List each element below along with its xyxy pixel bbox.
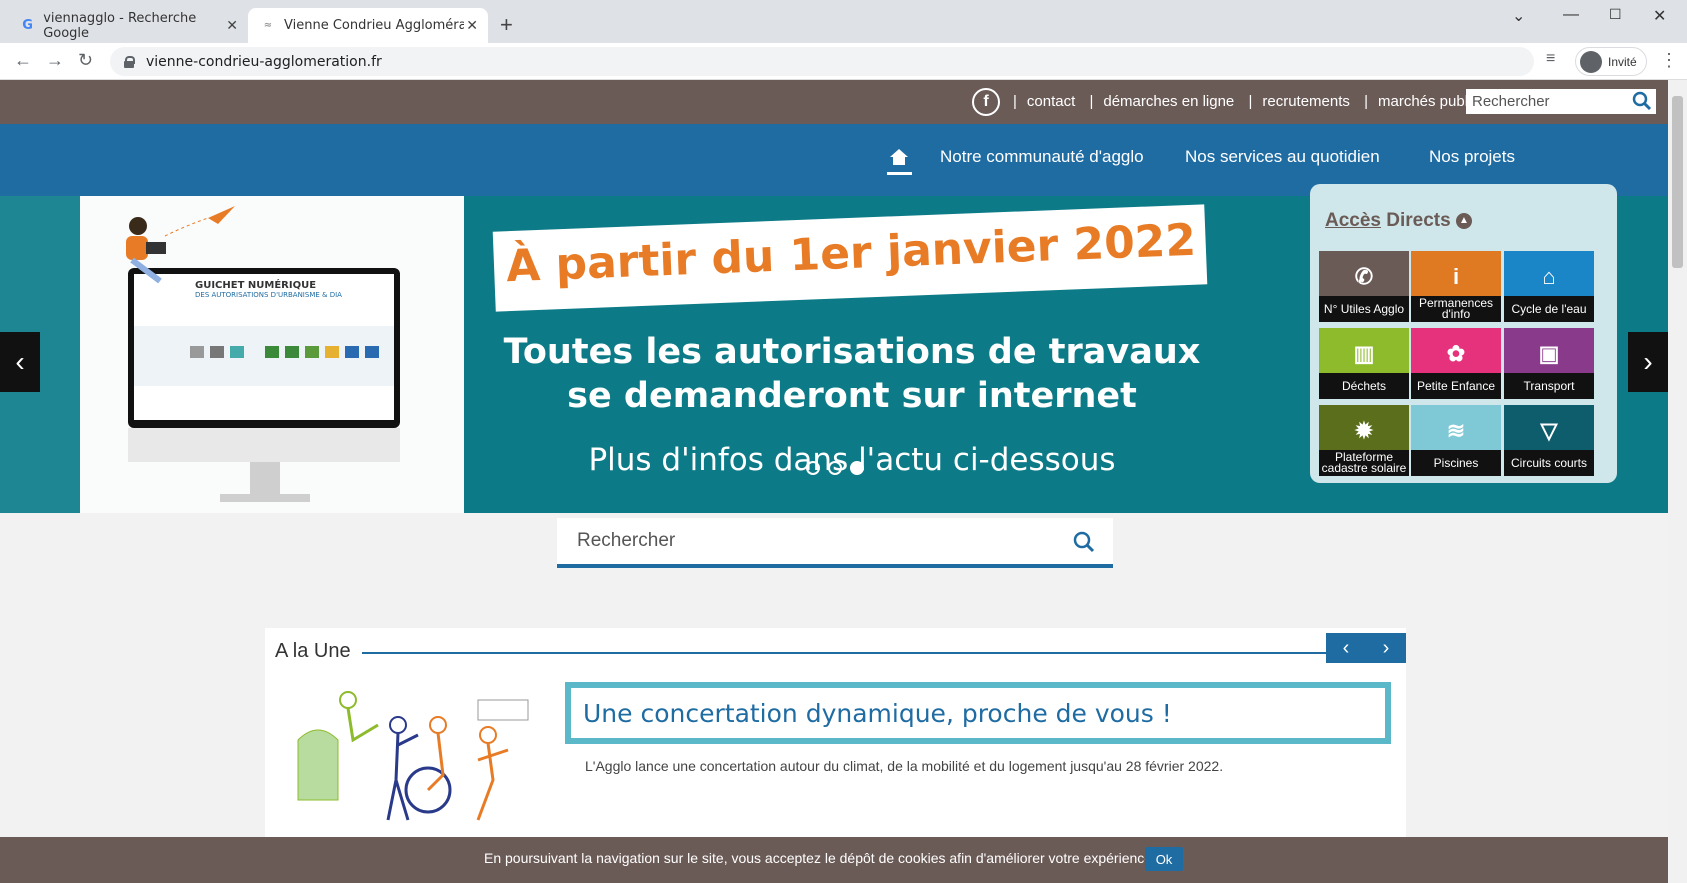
acces-tile[interactable]: ✿ Petite Enfance [1411, 328, 1501, 399]
carousel-dot-3[interactable] [850, 461, 864, 475]
home-icon[interactable] [886, 142, 912, 172]
news-carousel-controls: ‹ › [1326, 633, 1406, 663]
concertation-illustration [297, 691, 529, 821]
site-top-bar: f | contact | démarches en ligne | recrutem… [0, 80, 1668, 124]
browser-tab-strip: G viennagglo - Recherche Google ✕ ≈ Vien… [0, 0, 1687, 43]
acces-tile-label: Plateforme cadastre solaire [1319, 450, 1409, 476]
acces-tile-label: Cycle de l'eau [1504, 296, 1594, 322]
carousel-dot-2[interactable] [828, 461, 842, 475]
carousel-dot-1[interactable] [806, 461, 820, 475]
article-title-link[interactable]: Une concertation dynamique, proche de vo… [565, 682, 1391, 744]
nav-projets[interactable]: Nos projets [1429, 147, 1515, 167]
profile-label: Invité [1608, 54, 1637, 69]
profile-button[interactable]: Invité [1575, 47, 1647, 76]
lock-icon [124, 55, 135, 68]
acces-directs-title[interactable]: Accès Directs ▲ [1325, 210, 1472, 232]
news-next-button[interactable]: › [1383, 637, 1390, 660]
acces-tile-label: Circuits courts [1504, 450, 1594, 476]
search-icon[interactable] [1632, 91, 1652, 111]
home-underline [887, 172, 912, 175]
search-icon[interactable] [1073, 531, 1095, 553]
address-bar[interactable]: vienne-condrieu-agglomeration.fr [110, 47, 1534, 76]
computer-illustration: GUICHET NUMÉRIQUE DES AUTORISATIONS D'UR… [126, 206, 400, 502]
close-window-button[interactable]: ✕ [1653, 6, 1666, 26]
avatar-icon [1580, 50, 1602, 73]
divider [362, 652, 1326, 654]
browser-toolbar: ← → ↻ vienne-condrieu-agglomeration.fr ≡… [0, 43, 1687, 80]
hero-line-2: se demanderont sur internet [567, 376, 1137, 416]
chevron-up-icon[interactable]: ▲ [1455, 212, 1472, 229]
new-tab-button[interactable]: + [500, 12, 513, 38]
nav-communaute[interactable]: Notre communauté d'agglo [940, 147, 1144, 167]
link-contact[interactable]: contact [1027, 93, 1075, 110]
section-title: A la Une [275, 640, 351, 662]
hero-line-1: Toutes les autorisations de travaux [503, 332, 1201, 372]
minimize-button[interactable]: — [1563, 6, 1579, 24]
screen-title: GUICHET NUMÉRIQUE [195, 278, 316, 291]
acces-tile[interactable]: ▽ Circuits courts [1504, 405, 1594, 476]
screen-subtitle: DES AUTORISATIONS D'URBANISME & DIA [195, 291, 342, 299]
acces-tile-label: N° Utiles Agglo [1319, 296, 1409, 322]
nav-services[interactable]: Nos services au quotidien [1185, 147, 1380, 167]
back-button[interactable]: ← [14, 50, 32, 71]
tab-search-chevron-icon[interactable]: ⌄ [1512, 6, 1525, 26]
acces-tile[interactable]: ⌂ Cycle de l'eau [1504, 251, 1594, 322]
menu-kebab-icon[interactable]: ⋮ [1660, 50, 1678, 71]
news-prev-button[interactable]: ‹ [1343, 637, 1350, 660]
acces-tile[interactable]: ✹ Plateforme cadastre solaire [1319, 405, 1409, 476]
forward-button[interactable]: → [46, 50, 64, 71]
article-description: L'Agglo lance une concertation autour du… [585, 758, 1224, 774]
cookie-ok-button[interactable]: Ok [1145, 847, 1183, 871]
tab-title: viennagglo - Recherche Google [43, 10, 197, 41]
link-recrutements[interactable]: recrutements [1262, 93, 1350, 110]
acces-tile-label: Petite Enfance [1411, 373, 1501, 399]
close-icon[interactable]: ✕ [466, 18, 478, 34]
tab-vienne-condrieu[interactable]: ≈ Vienne Condrieu Agglomération ✕ [248, 8, 488, 43]
maximize-button[interactable]: ☐ [1609, 6, 1622, 23]
close-icon[interactable]: ✕ [226, 18, 238, 34]
google-icon: G [22, 18, 33, 33]
main-search-input[interactable]: Rechercher [557, 518, 1113, 568]
scrollbar-thumb[interactable] [1672, 96, 1683, 268]
carousel-prev-button[interactable]: ‹ [0, 332, 40, 392]
reading-list-icon[interactable]: ≡ [1546, 50, 1555, 68]
reload-button[interactable]: ↻ [78, 50, 93, 71]
site-favicon-icon: ≈ [263, 20, 273, 31]
acces-tile[interactable]: i Permanences d'info [1411, 251, 1501, 322]
carousel-next-button[interactable]: › [1628, 332, 1668, 392]
carousel-dots [806, 461, 864, 475]
utility-links: | contact | démarches en ligne | recrutemen… [1013, 93, 1487, 110]
url-text: vienne-condrieu-agglomeration.fr [146, 53, 382, 70]
webpage: f | contact | démarches en ligne | recrutem… [0, 80, 1668, 883]
cookie-text: En poursuivant la navigation sur le site… [484, 850, 1156, 866]
acces-tile[interactable]: ≋ Piscines [1411, 405, 1501, 476]
acces-tile-label: Transport [1504, 373, 1594, 399]
link-demarches[interactable]: démarches en ligne [1103, 93, 1234, 110]
acces-tile-label: Piscines [1411, 450, 1501, 476]
acces-tile[interactable]: ▥ Déchets [1319, 328, 1409, 399]
tab-google-search[interactable]: G viennagglo - Recherche Google ✕ [8, 8, 248, 43]
tab-title: Vienne Condrieu Agglomération [284, 18, 464, 33]
hero-illustration-panel: GUICHET NUMÉRIQUE DES AUTORISATIONS D'UR… [80, 196, 464, 513]
acces-tile[interactable]: ✆ N° Utiles Agglo [1319, 251, 1409, 322]
acces-tile-label: Déchets [1319, 373, 1409, 399]
facebook-icon[interactable]: f [972, 88, 1000, 116]
acces-tile[interactable]: ▣ Transport [1504, 328, 1594, 399]
acces-tile-label: Permanences d'info [1411, 296, 1501, 322]
top-search-input[interactable]: Rechercher [1466, 89, 1656, 114]
